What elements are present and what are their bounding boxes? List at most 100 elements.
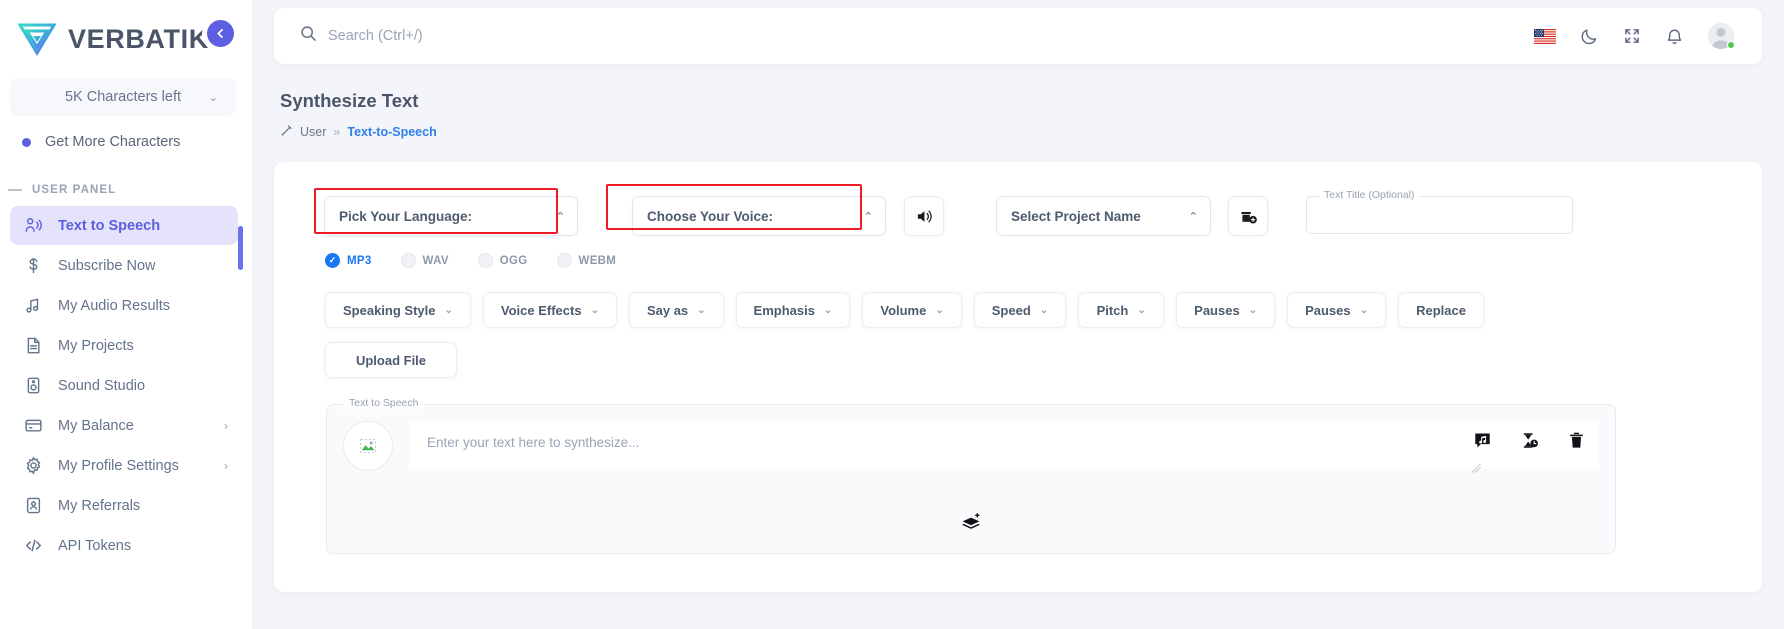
pause-timing-icon[interactable]: [1520, 431, 1539, 450]
get-more-characters-link[interactable]: Get More Characters: [0, 116, 252, 162]
sidebar-nav: Text to Speech Subscribe Now My Audio Re…: [0, 206, 252, 565]
tool-speed[interactable]: Speed ⌄: [973, 292, 1067, 328]
resize-grip-icon[interactable]: [1472, 464, 1481, 473]
add-project-button[interactable]: [1228, 196, 1268, 236]
text-to-speech-editor: Text to Speech: [326, 397, 1616, 554]
get-more-characters-label: Get More Characters: [45, 134, 181, 150]
bullet-dot-icon: [22, 137, 31, 147]
voice-avatar[interactable]: [343, 421, 393, 471]
tool-say-as[interactable]: Say as ⌄: [628, 292, 724, 328]
characters-left-dropdown[interactable]: 5K Characters left ⌄: [10, 78, 236, 116]
chevron-down-icon: ⌄: [935, 304, 944, 316]
tool-label: Pauses: [1305, 302, 1351, 318]
sidebar-item-my-referrals[interactable]: My Referrals: [10, 486, 238, 525]
page-title: Synthesize Text: [280, 90, 419, 111]
project-select-label: Select Project Name: [1011, 208, 1141, 224]
sidebar-item-text-to-speech[interactable]: Text to Speech: [10, 206, 238, 245]
format-option-ogg[interactable]: OGG: [477, 253, 528, 268]
chevron-right-icon: ›: [224, 418, 228, 433]
tool-label: Volume: [880, 302, 927, 318]
voice-select-label: Choose Your Voice:: [647, 208, 774, 224]
tool-volume[interactable]: Volume ⌄: [862, 292, 962, 328]
tool-pauses-2[interactable]: Pauses ⌄: [1287, 292, 1387, 328]
sidebar-item-label: My Audio Results: [58, 297, 171, 314]
sidebar-item-api-tokens[interactable]: API Tokens: [10, 526, 238, 565]
format-label: WEBM: [578, 254, 617, 267]
tool-pitch[interactable]: Pitch ⌄: [1078, 292, 1165, 328]
tool-replace[interactable]: Replace: [1398, 292, 1485, 328]
chevron-down-icon: ⌄: [1039, 304, 1049, 316]
tool-label: Replace: [1416, 302, 1466, 318]
chevron-up-icon: ⌃: [555, 210, 565, 223]
sidebar-item-my-profile-settings[interactable]: My Profile Settings ›: [10, 446, 238, 485]
tool-voice-effects[interactable]: Voice Effects ⌄: [482, 292, 617, 328]
avatar[interactable]: [1708, 23, 1735, 49]
flag-us-icon[interactable]: [1534, 28, 1556, 44]
project-select[interactable]: Select Project Name ⌃: [996, 196, 1211, 236]
sidebar-collapse-button[interactable]: [207, 20, 234, 47]
tool-label: Speed: [991, 302, 1031, 318]
chevron-down-icon: ⌄: [1137, 304, 1146, 316]
selector-row: Pick Your Language: ⌃ Choose Your Voice:…: [316, 189, 1722, 236]
tool-emphasis[interactable]: Emphasis ⌄: [735, 292, 851, 328]
text-title-field[interactable]: Text Title (Optional): [1306, 189, 1573, 234]
chevron-down-icon: ⌄: [208, 91, 218, 104]
chevron-down-icon: ⌄: [1359, 304, 1369, 316]
breadcrumb-current[interactable]: Text-to-Speech: [347, 125, 436, 139]
audio-format-group: ✓ MP3 WAV OGG WEBM: [325, 253, 1722, 268]
chevron-right-icon: ›: [224, 458, 228, 473]
tool-pauses-1[interactable]: Pauses ⌄: [1176, 292, 1276, 328]
bell-icon[interactable]: [1665, 27, 1684, 46]
textarea-wrap: [409, 421, 1599, 474]
sidebar-item-sound-studio[interactable]: Sound Studio: [10, 366, 238, 405]
tool-label: Speaking Style: [343, 302, 436, 318]
upload-file-button[interactable]: Upload File: [325, 342, 457, 378]
add-text-block-button[interactable]: [960, 510, 982, 537]
sidebar-item-label: My Projects: [58, 337, 134, 354]
user-panel-heading: USER PANEL: [0, 162, 252, 206]
chevron-down-icon: ⌄: [1248, 304, 1258, 316]
search-icon: [300, 25, 317, 47]
search-input[interactable]: [328, 28, 748, 44]
insert-audio-icon[interactable]: [1473, 431, 1492, 450]
format-label: WAV: [422, 254, 449, 267]
voice-preview-button[interactable]: [904, 196, 944, 236]
moon-icon[interactable]: [1580, 27, 1599, 46]
sidebar-item-subscribe-now[interactable]: Subscribe Now: [10, 246, 238, 285]
delete-icon[interactable]: [1567, 431, 1586, 450]
page-header: Synthesize Text User » Text-to-Speech: [252, 64, 1784, 140]
text-title-legend: Text Title (Optional): [1319, 189, 1420, 201]
broken-image-icon: [359, 438, 377, 454]
fullscreen-icon[interactable]: [1623, 27, 1641, 45]
sidebar-item-my-projects[interactable]: My Projects: [10, 326, 238, 365]
format-option-mp3[interactable]: ✓ MP3: [325, 253, 372, 268]
speaking-person-icon: [24, 216, 43, 235]
breadcrumb-root[interactable]: User: [300, 125, 326, 139]
sidebar: VERBATIK 5K Characters left ⌄ Get More C…: [0, 0, 252, 629]
tool-speaking-style[interactable]: Speaking Style ⌄: [325, 292, 471, 328]
sidebar-item-my-balance[interactable]: My Balance ›: [10, 406, 238, 445]
verbatik-logo-icon: [17, 22, 57, 56]
upload-file-label: Upload File: [355, 352, 427, 368]
format-option-wav[interactable]: WAV: [400, 253, 449, 268]
upload-row: Upload File: [325, 342, 1722, 378]
sidebar-item-my-audio-results[interactable]: My Audio Results: [10, 286, 238, 325]
credit-card-icon: [24, 416, 43, 435]
search-box[interactable]: [274, 25, 1534, 47]
language-select[interactable]: Pick Your Language: ⌃: [324, 196, 578, 236]
chevron-up-icon: ⌃: [1188, 210, 1198, 223]
dollar-icon: [24, 256, 43, 275]
voice-select[interactable]: Choose Your Voice: ⌃: [632, 196, 886, 236]
tool-label: Voice Effects: [500, 302, 582, 318]
breadcrumb: User » Text-to-Speech: [280, 124, 1784, 140]
breadcrumb-separator: »: [333, 125, 341, 139]
chevron-up-icon: ⌃: [863, 210, 873, 223]
tool-label: Emphasis: [753, 302, 815, 318]
format-option-webm[interactable]: WEBM: [556, 253, 617, 268]
music-note-icon: [24, 296, 43, 315]
tool-label: Say as: [646, 302, 689, 318]
synthesize-textarea[interactable]: [409, 421, 1599, 469]
sidebar-item-label: API Tokens: [58, 537, 132, 554]
language-select-label: Pick Your Language:: [339, 208, 473, 224]
format-label: MP3: [347, 254, 372, 267]
